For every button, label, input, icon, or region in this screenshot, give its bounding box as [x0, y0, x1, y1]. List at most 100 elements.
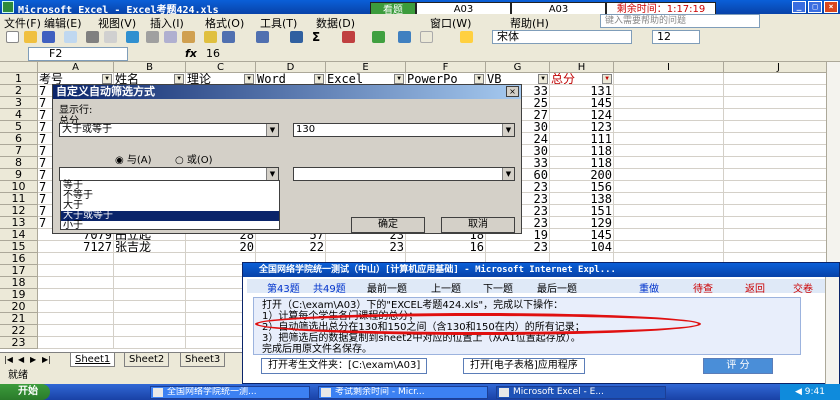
cell[interactable] [724, 109, 834, 121]
data-cell[interactable]: 129 [550, 217, 614, 229]
cell[interactable] [614, 169, 724, 181]
autofilter-arrow-icon[interactable]: ▼ [314, 74, 324, 84]
chevron-down-icon[interactable]: ▼ [266, 168, 278, 180]
dropdown-option[interactable]: 等于 [61, 181, 279, 191]
value-2-combo[interactable]: ▼ [293, 167, 515, 181]
data-cell[interactable]: 7127 [38, 241, 114, 253]
data-cell[interactable]: 118 [550, 145, 614, 157]
autofilter-arrow-icon[interactable]: ▼ [174, 74, 184, 84]
autofilter-arrow-icon[interactable]: ▼ [102, 74, 112, 84]
data-cell[interactable]: 131 [550, 85, 614, 97]
data-cell[interactable]: 22 [256, 241, 326, 253]
cell[interactable] [114, 337, 186, 349]
column-header-H[interactable]: H [550, 62, 614, 73]
cell[interactable] [38, 325, 114, 337]
next-question-link[interactable]: 下一题 [483, 280, 513, 295]
permission-icon[interactable] [64, 31, 77, 43]
tab-scroll-prev-icon[interactable]: ◀ [18, 355, 24, 364]
cell[interactable] [114, 253, 186, 265]
paste-icon[interactable] [182, 31, 195, 43]
name-box[interactable]: F2 [28, 47, 128, 61]
data-cell[interactable]: 156 [550, 181, 614, 193]
autofilter-arrow-icon[interactable]: ▼ [602, 74, 612, 84]
new-icon[interactable] [6, 31, 19, 43]
first-question-link[interactable]: 最前一题 [367, 280, 407, 295]
open-app-button[interactable]: 打开[电子表格]应用程序 [463, 358, 585, 374]
copy-icon[interactable] [164, 31, 177, 43]
cut-icon[interactable] [146, 31, 159, 43]
cell[interactable] [114, 289, 186, 301]
task-browser[interactable]: 全国网络学院统一测... [150, 386, 310, 399]
cell[interactable] [614, 145, 724, 157]
cell[interactable] [114, 301, 186, 313]
save-icon[interactable] [42, 31, 55, 43]
dropdown-option[interactable]: 小于 [61, 221, 279, 231]
autofilter-arrow-icon[interactable]: ▼ [538, 74, 548, 84]
cell[interactable] [724, 205, 834, 217]
dialog-close-icon[interactable]: × [506, 86, 519, 97]
cell[interactable] [614, 181, 724, 193]
help-search-input[interactable]: 键入需要帮助的问题 [600, 14, 760, 28]
zoom-icon[interactable] [420, 31, 433, 43]
dropdown-option-selected[interactable]: 大于或等于 [61, 211, 279, 221]
drawing-icon[interactable] [398, 31, 411, 43]
redo-icon[interactable] [256, 31, 269, 43]
column-header-B[interactable]: B [114, 62, 186, 73]
tab-sheet3[interactable]: Sheet3 [180, 353, 226, 367]
cell[interactable] [614, 109, 724, 121]
data-cell[interactable]: 118 [550, 157, 614, 169]
column-header-G[interactable]: G [486, 62, 550, 73]
cell[interactable] [614, 85, 724, 97]
cell[interactable] [724, 145, 834, 157]
print-icon[interactable] [86, 31, 99, 43]
minimize-button[interactable]: _ [792, 1, 806, 13]
tab-scroll-first-icon[interactable]: |◀ [4, 355, 13, 364]
operator-1-select[interactable]: 大于或等于 ▼ [59, 123, 279, 137]
cell[interactable] [114, 265, 186, 277]
or-radio[interactable]: ○ 或(O) [175, 151, 213, 166]
format-painter-icon[interactable] [204, 31, 217, 43]
cell[interactable] [724, 217, 834, 229]
data-cell[interactable]: 20 [186, 241, 256, 253]
column-header-I[interactable]: I [614, 62, 724, 73]
font-name-select[interactable]: 宋体 [492, 30, 632, 44]
cancel-button[interactable]: 取消 [441, 217, 515, 233]
tab-sheet1[interactable]: Sheet1 [70, 353, 116, 367]
data-cell[interactable]: 111 [550, 133, 614, 145]
cell[interactable] [614, 217, 724, 229]
chevron-down-icon[interactable]: ▼ [502, 168, 514, 180]
autofilter-arrow-icon[interactable]: ▼ [474, 74, 484, 84]
cell[interactable] [38, 301, 114, 313]
cell[interactable] [38, 313, 114, 325]
submit-link[interactable]: 交卷 [793, 280, 813, 295]
data-cell[interactable]: 138 [550, 193, 614, 205]
open-icon[interactable] [24, 31, 37, 43]
cell[interactable] [614, 241, 724, 253]
cell[interactable] [724, 121, 834, 133]
cell[interactable] [38, 337, 114, 349]
redo-link[interactable]: 重做 [639, 280, 659, 295]
chevron-down-icon[interactable]: ▼ [266, 124, 278, 136]
cell[interactable] [114, 277, 186, 289]
column-header-A[interactable]: A [38, 62, 114, 73]
close-button[interactable]: × [824, 1, 838, 13]
cell[interactable] [724, 229, 834, 241]
task-excel[interactable]: Microsoft Excel - E... [496, 386, 666, 399]
data-cell[interactable]: 23 [486, 241, 550, 253]
data-cell[interactable]: 151 [550, 205, 614, 217]
spelling-icon[interactable] [126, 31, 139, 43]
cell[interactable] [724, 85, 834, 97]
sort-ascending-icon[interactable] [342, 31, 355, 43]
insert-function-icon[interactable]: fx [185, 47, 197, 60]
undo-icon[interactable] [222, 31, 235, 43]
cell[interactable] [614, 229, 724, 241]
maximize-button[interactable]: □ [808, 1, 822, 13]
tab-sheet2[interactable]: Sheet2 [124, 353, 170, 367]
column-header-F[interactable]: F [406, 62, 486, 73]
data-cell[interactable]: 104 [550, 241, 614, 253]
operator-2-select[interactable]: ▼ [59, 167, 279, 181]
print-preview-icon[interactable] [104, 31, 117, 43]
cell[interactable] [614, 205, 724, 217]
autofilter-arrow-icon[interactable]: ▼ [394, 74, 404, 84]
cell[interactable] [614, 97, 724, 109]
